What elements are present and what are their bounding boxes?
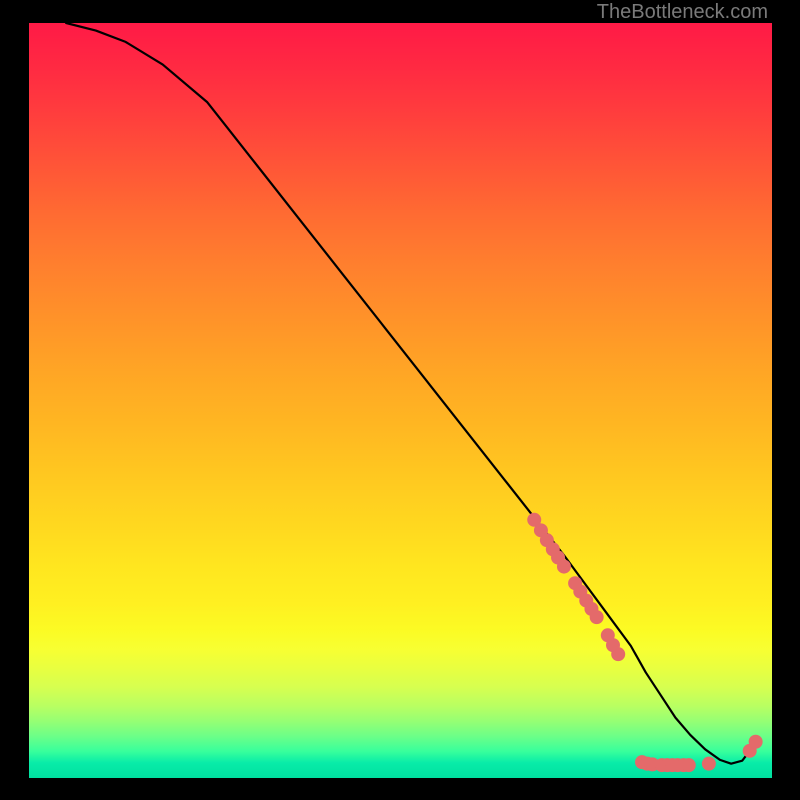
chart-marker: [527, 513, 541, 527]
chart-marker: [546, 542, 560, 556]
chart-marker: [590, 610, 604, 624]
chart-marker: [568, 576, 582, 590]
chart-marker: [579, 594, 593, 608]
chart-marker: [551, 551, 565, 565]
chart-marker: [606, 638, 620, 652]
chart-marker: [557, 560, 571, 574]
chart-marker: [611, 647, 625, 661]
chart-markers: [527, 513, 762, 772]
chart-line: [66, 23, 757, 764]
chart-overlay: [29, 23, 772, 778]
chart-marker: [665, 758, 679, 772]
watermark-label: TheBottleneck.com: [597, 1, 768, 24]
chart-marker: [671, 758, 685, 772]
chart-marker: [584, 602, 598, 616]
chart-marker: [660, 758, 674, 772]
chart-marker: [743, 744, 757, 758]
chart-plot-area: [29, 23, 772, 778]
chart-marker: [677, 758, 691, 772]
chart-marker: [534, 523, 548, 537]
chart-marker: [645, 757, 659, 771]
chart-marker: [635, 755, 649, 769]
chart-marker: [702, 757, 716, 771]
chart-line-group: [66, 23, 757, 764]
chart-marker: [749, 735, 763, 749]
chart-marker: [601, 628, 615, 642]
chart-marker: [540, 533, 554, 547]
chart-marker: [573, 585, 587, 599]
chart-marker: [640, 757, 654, 771]
chart-marker: [682, 758, 696, 772]
chart-marker: [655, 758, 669, 772]
